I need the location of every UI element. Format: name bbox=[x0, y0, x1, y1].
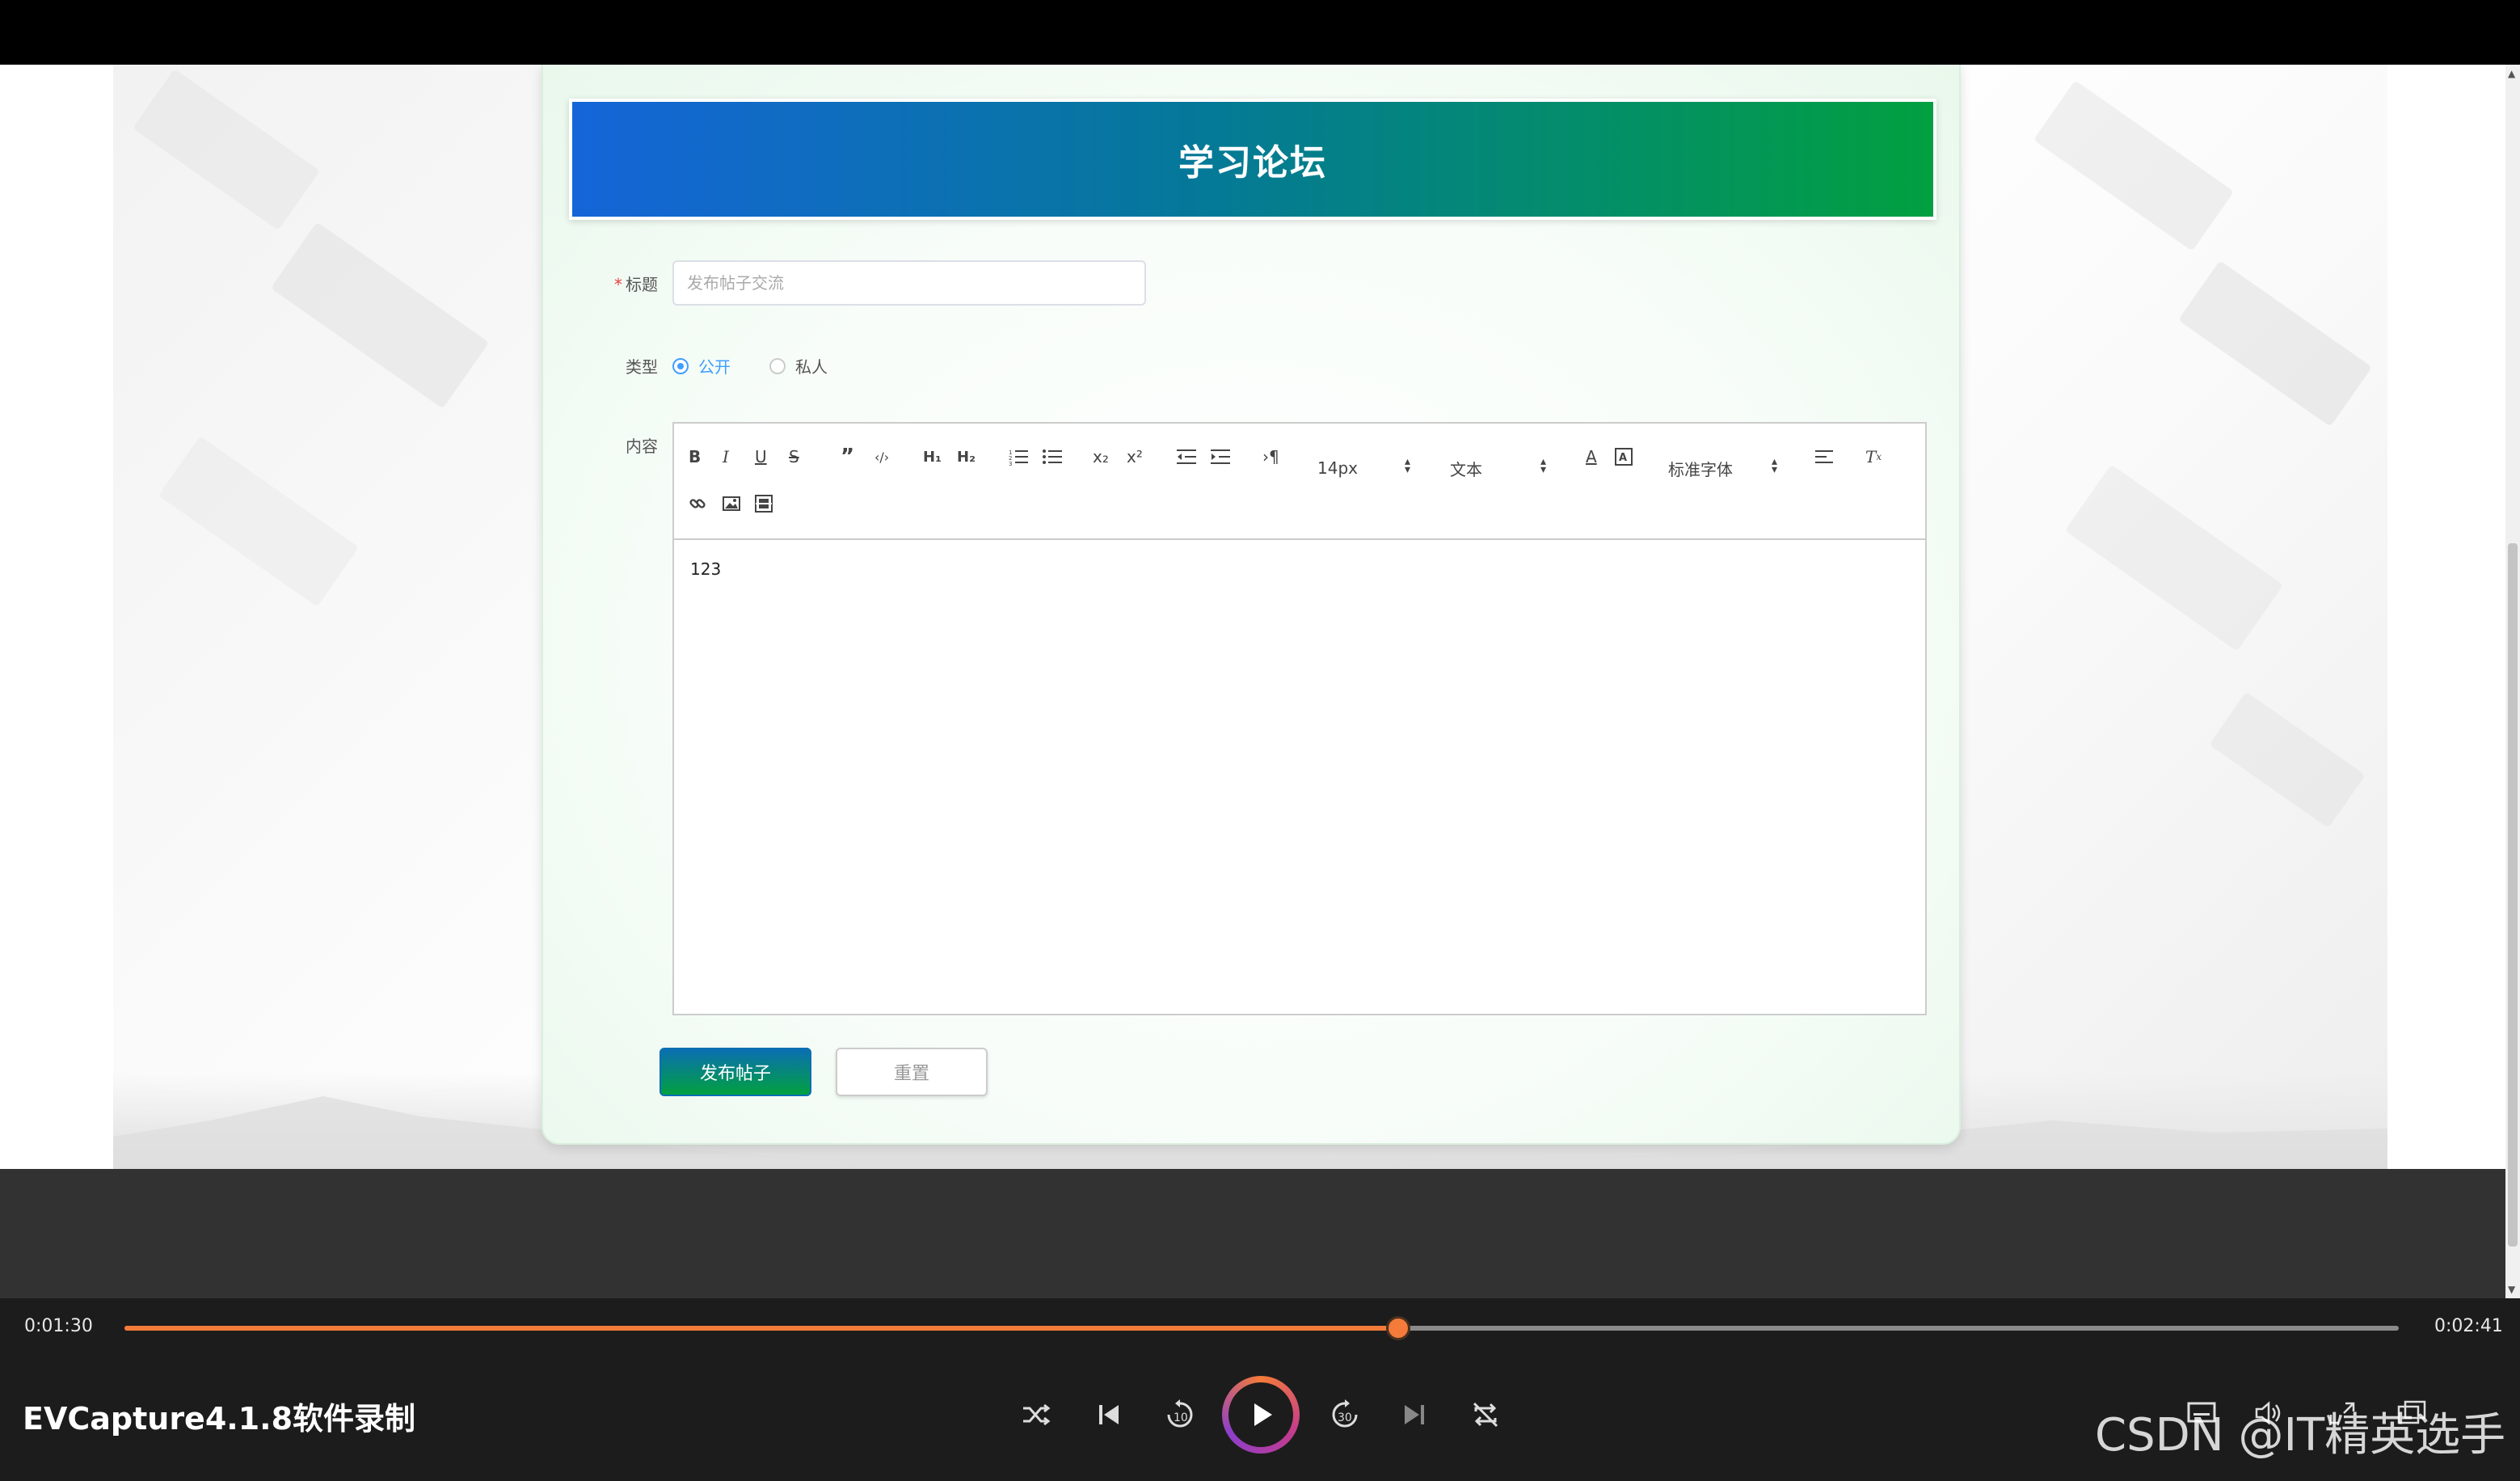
shuffle-icon[interactable] bbox=[1020, 1399, 1052, 1434]
align-icon[interactable] bbox=[1815, 445, 1833, 469]
clear-format-icon[interactable]: Tx bbox=[1865, 445, 1882, 469]
font-size-select[interactable]: 14px ▴ ▾ bbox=[1317, 456, 1414, 480]
background-color-icon[interactable]: A bbox=[1615, 445, 1633, 469]
h2-icon[interactable]: H₂ bbox=[957, 445, 976, 469]
video-player-controls: 0:01:30 0:02:41 EVCapture4.1.8软件录制 10 30 bbox=[0, 1298, 2520, 1481]
content-label: 内容 bbox=[626, 437, 658, 456]
superscript-icon[interactable]: x² bbox=[1127, 445, 1143, 469]
forward-30-icon[interactable]: 30 bbox=[1329, 1399, 1361, 1434]
indent-icon[interactable] bbox=[1211, 445, 1230, 469]
progress-fill bbox=[124, 1326, 1398, 1331]
svg-text:3: 3 bbox=[1009, 461, 1012, 466]
scrollbar[interactable]: ▲ ▼ bbox=[2505, 65, 2520, 1298]
radio-private-dot[interactable] bbox=[769, 357, 786, 374]
h1-icon[interactable]: H₁ bbox=[923, 445, 942, 469]
link-icon[interactable] bbox=[689, 492, 706, 516]
svg-text:A: A bbox=[1619, 452, 1627, 464]
italic-icon[interactable]: I bbox=[723, 445, 729, 469]
strike-icon[interactable]: S bbox=[789, 445, 799, 469]
font-color-icon[interactable]: A bbox=[1586, 445, 1597, 469]
page-title: 学习论坛 bbox=[1178, 142, 1327, 184]
radio-public-label: 公开 bbox=[698, 357, 731, 377]
app-name: EVCapture4.1.8软件录制 bbox=[23, 1401, 416, 1437]
text-direction-icon[interactable]: ›¶ bbox=[1262, 445, 1279, 469]
progress-knob[interactable] bbox=[1385, 1316, 1410, 1340]
editor-content[interactable]: 123 bbox=[690, 559, 721, 579]
ordered-list-icon[interactable]: 123 bbox=[1009, 445, 1028, 469]
play-button[interactable] bbox=[1222, 1376, 1300, 1454]
bullet-list-icon[interactable] bbox=[1043, 445, 1062, 469]
font-size-arrows-icon: ▴ ▾ bbox=[1405, 455, 1411, 476]
play-icon bbox=[1228, 1382, 1293, 1447]
radio-private-label: 私人 bbox=[795, 357, 828, 377]
image-icon[interactable] bbox=[723, 492, 740, 516]
scrollbar-thumb[interactable] bbox=[2508, 543, 2518, 1247]
editor-toolbar: B I U S ” ‹/› H₁ H₂ 123 x₂ x² ›¶ 14px ▴ … bbox=[674, 424, 1925, 540]
previous-icon[interactable] bbox=[1093, 1399, 1125, 1434]
screen: 学习论坛 *标题 类型 公开 私人 内容 B I U bbox=[0, 0, 2520, 1481]
type-label: 类型 bbox=[626, 357, 658, 377]
video-viewport: 学习论坛 *标题 类型 公开 私人 内容 B I U bbox=[0, 65, 2505, 1169]
svg-text:30: 30 bbox=[1338, 1411, 1352, 1424]
rewind-10-icon[interactable]: 10 bbox=[1164, 1399, 1196, 1434]
next-icon[interactable] bbox=[1398, 1399, 1431, 1434]
header-select-value: 文本 bbox=[1450, 459, 1482, 479]
current-time: 0:01:30 bbox=[24, 1316, 93, 1336]
outdent-icon[interactable] bbox=[1177, 445, 1196, 469]
radio-public[interactable]: 公开 bbox=[672, 354, 731, 378]
repeat-off-icon[interactable] bbox=[1469, 1399, 1502, 1434]
publish-post-button[interactable]: 发布帖子 bbox=[659, 1048, 811, 1096]
video-icon[interactable] bbox=[755, 492, 773, 516]
radio-private[interactable]: 私人 bbox=[769, 354, 828, 378]
progress-bar[interactable] bbox=[124, 1316, 2399, 1340]
required-mark: * bbox=[614, 275, 622, 294]
title-label-text: 标题 bbox=[626, 275, 658, 294]
header-select[interactable]: 文本 ▴ ▾ bbox=[1450, 456, 1547, 480]
font-family-select[interactable]: 标准字体 ▴ ▾ bbox=[1668, 456, 1781, 480]
font-family-value: 标准字体 bbox=[1668, 459, 1733, 479]
underline-icon[interactable]: U bbox=[755, 445, 767, 469]
total-time: 0:02:41 bbox=[2434, 1316, 2503, 1336]
header-arrows-icon: ▴ ▾ bbox=[1540, 455, 1547, 476]
rich-text-editor[interactable]: B I U S ” ‹/› H₁ H₂ 123 x₂ x² ›¶ 14px ▴ … bbox=[672, 422, 1927, 1015]
title-label: * 标题 bbox=[614, 272, 658, 295]
font-family-arrows-icon: ▴ ▾ bbox=[1772, 455, 1778, 476]
forum-card: 学习论坛 *标题 类型 公开 私人 内容 B I U bbox=[542, 65, 1961, 1145]
scroll-down-icon[interactable]: ▼ bbox=[2508, 1284, 2515, 1295]
blockquote-icon[interactable]: ” bbox=[841, 445, 854, 469]
subscript-icon[interactable]: x₂ bbox=[1093, 445, 1109, 469]
font-size-value: 14px bbox=[1317, 458, 1358, 478]
svg-text:10: 10 bbox=[1174, 1411, 1188, 1424]
scroll-up-icon[interactable]: ▲ bbox=[2508, 68, 2515, 79]
watermark: CSDN @IT精英选手 bbox=[2095, 1409, 2506, 1462]
code-icon[interactable]: ‹/› bbox=[874, 445, 889, 469]
forum-banner: 学习论坛 bbox=[569, 99, 1936, 220]
top-bar bbox=[0, 0, 2520, 65]
reset-button[interactable]: 重置 bbox=[836, 1048, 988, 1096]
title-input[interactable] bbox=[672, 260, 1146, 306]
radio-public-dot[interactable] bbox=[672, 357, 689, 374]
bold-icon[interactable]: B bbox=[689, 445, 701, 469]
player-upper-area bbox=[0, 1169, 2505, 1298]
